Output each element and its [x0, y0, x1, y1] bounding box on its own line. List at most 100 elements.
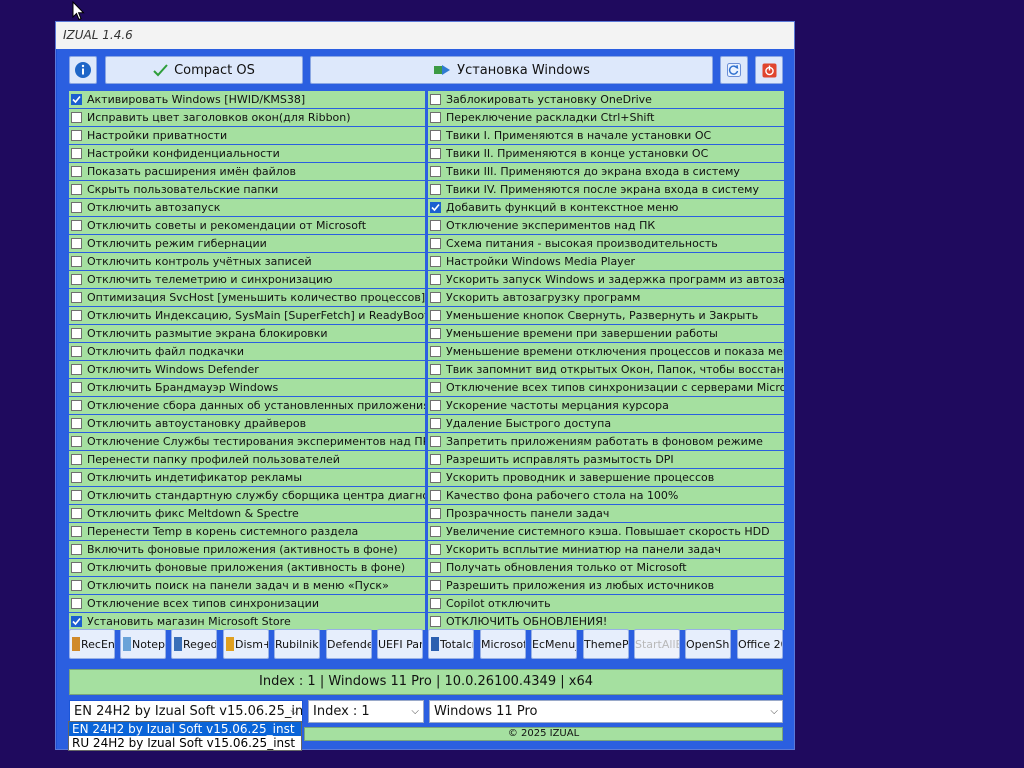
refresh-button[interactable] — [720, 56, 748, 84]
tool-button[interactable]: MicrosoftE — [480, 629, 526, 659]
option-checkbox[interactable] — [71, 526, 82, 537]
option-row[interactable]: Отключить фоновые приложения (активность… — [69, 559, 425, 576]
option-checkbox[interactable] — [71, 598, 82, 609]
option-checkbox[interactable] — [430, 616, 441, 627]
option-row[interactable]: Ускорить проводник и завершение процессо… — [428, 469, 784, 486]
option-checkbox[interactable] — [71, 274, 82, 285]
option-row[interactable]: Настройки Windows Media Player — [428, 253, 784, 270]
option-checkbox[interactable] — [71, 148, 82, 159]
tool-button[interactable]: UEFI Part — [377, 629, 423, 659]
option-checkbox[interactable] — [430, 256, 441, 267]
option-checkbox[interactable] — [430, 436, 441, 447]
tool-button[interactable]: Notepad — [120, 629, 166, 659]
power-button[interactable] — [755, 56, 783, 84]
option-row[interactable]: Отключить Индексацию, SysMain [SuperFetc… — [69, 307, 425, 324]
option-checkbox[interactable] — [430, 382, 441, 393]
tool-button[interactable]: ThemePa — [583, 629, 629, 659]
tool-button[interactable]: RecEnv — [69, 629, 115, 659]
option-row[interactable]: Отключение экспериментов над ПК — [428, 217, 784, 234]
option-checkbox[interactable] — [430, 490, 441, 501]
option-checkbox[interactable] — [71, 166, 82, 177]
option-row[interactable]: Установить магазин Microsoft Store — [69, 613, 425, 630]
option-checkbox[interactable] — [430, 166, 441, 177]
option-checkbox[interactable] — [430, 94, 441, 105]
option-checkbox[interactable] — [430, 220, 441, 231]
option-checkbox[interactable] — [71, 418, 82, 429]
option-checkbox[interactable] — [71, 256, 82, 267]
tool-button[interactable]: Totalcm — [428, 629, 474, 659]
option-checkbox[interactable] — [71, 112, 82, 123]
option-row[interactable]: Исправить цвет заголовков окон(для Ribbo… — [69, 109, 425, 126]
option-row[interactable]: Отключить контроль учётных записей — [69, 253, 425, 270]
option-row[interactable]: Включить фоновые приложения (активность … — [69, 541, 425, 558]
option-checkbox[interactable] — [71, 400, 82, 411]
option-checkbox[interactable] — [71, 472, 82, 483]
option-row[interactable]: Отключить автозапуск — [69, 199, 425, 216]
tool-button[interactable]: Regedit — [171, 629, 217, 659]
option-row[interactable]: Отключение Службы тестирования экспериме… — [69, 433, 425, 450]
option-row[interactable]: Удаление Быстрого доступа — [428, 415, 784, 432]
option-row[interactable]: Активировать Windows [HWID/KMS38] — [69, 91, 425, 108]
option-row[interactable]: Отключить автоустановку драйверов — [69, 415, 425, 432]
option-checkbox[interactable] — [71, 238, 82, 249]
option-row[interactable]: Разрешить исправлять размытость DPI — [428, 451, 784, 468]
option-row[interactable]: Отключение сбора данных об установленных… — [69, 397, 425, 414]
option-checkbox[interactable] — [430, 148, 441, 159]
option-row[interactable]: Отключить советы и рекомендации от Micro… — [69, 217, 425, 234]
option-checkbox[interactable] — [430, 472, 441, 483]
option-row[interactable]: Отключение всех типов синхронизации — [69, 595, 425, 612]
dropdown-item[interactable]: RU 24H2 by Izual Soft v15.06.25_inst — [69, 736, 301, 750]
option-row[interactable]: Перенести папку профилей пользователей — [69, 451, 425, 468]
option-row[interactable]: Уменьшение времени при завершении работы — [428, 325, 784, 342]
info-button[interactable] — [69, 56, 97, 84]
option-row[interactable]: Заблокировать установку OneDrive — [428, 91, 784, 108]
option-row[interactable]: Твик запомнит вид открытых Окон, Папок, … — [428, 361, 784, 378]
edition-select[interactable]: Windows 11 Pro ⌵ — [429, 700, 783, 723]
option-checkbox[interactable] — [71, 310, 82, 321]
option-row[interactable]: ОТКЛЮЧИТЬ ОБНОВЛЕНИЯ! — [428, 613, 784, 630]
option-row[interactable]: Запретить приложениям работать в фоновом… — [428, 433, 784, 450]
option-checkbox[interactable] — [430, 544, 441, 555]
option-row[interactable]: Скрыть пользовательские папки — [69, 181, 425, 198]
option-checkbox[interactable] — [430, 202, 441, 213]
option-checkbox[interactable] — [430, 310, 441, 321]
option-row[interactable]: Отключить размытие экрана блокировки — [69, 325, 425, 342]
option-row[interactable]: Ускорить всплытие миниатюр на панели зад… — [428, 541, 784, 558]
option-row[interactable]: Настройки приватности — [69, 127, 425, 144]
option-checkbox[interactable] — [430, 580, 441, 591]
option-checkbox[interactable] — [430, 112, 441, 123]
option-checkbox[interactable] — [71, 364, 82, 375]
tool-button[interactable]: Office 2013 — [737, 629, 783, 659]
option-checkbox[interactable] — [430, 508, 441, 519]
tool-button[interactable]: StartAllBa — [634, 629, 680, 659]
option-checkbox[interactable] — [430, 238, 441, 249]
option-row[interactable]: Твики IV. Применяются после экрана входа… — [428, 181, 784, 198]
option-checkbox[interactable] — [71, 382, 82, 393]
option-row[interactable]: Добавить функций в контекстное меню — [428, 199, 784, 216]
option-checkbox[interactable] — [430, 346, 441, 357]
option-checkbox[interactable] — [71, 184, 82, 195]
tool-button[interactable]: OpenShellS — [685, 629, 731, 659]
option-row[interactable]: Разрешить приложения из любых источников — [428, 577, 784, 594]
tool-button[interactable]: Defender Re — [326, 629, 372, 659]
option-checkbox[interactable] — [71, 130, 82, 141]
install-windows-button[interactable]: Установка Windows — [310, 56, 713, 84]
option-checkbox[interactable] — [430, 130, 441, 141]
option-row[interactable]: Отключить телеметрию и синхронизацию — [69, 271, 425, 288]
option-checkbox[interactable] — [71, 292, 82, 303]
option-row[interactable]: Получать обновления только от Microsoft — [428, 559, 784, 576]
dropdown-item[interactable]: EN 24H2 by Izual Soft v15.06.25_inst — [69, 722, 301, 736]
option-row[interactable]: Отключить Windows Defender — [69, 361, 425, 378]
option-row[interactable]: Твики III. Применяются до экрана входа в… — [428, 163, 784, 180]
option-checkbox[interactable] — [430, 184, 441, 195]
option-row[interactable]: Показать расширения имён файлов — [69, 163, 425, 180]
option-checkbox[interactable] — [430, 364, 441, 375]
option-checkbox[interactable] — [71, 220, 82, 231]
option-row[interactable]: Схема питания - высокая производительнос… — [428, 235, 784, 252]
tool-button[interactable]: Rubilnik- — [274, 629, 320, 659]
option-checkbox[interactable] — [71, 562, 82, 573]
image-select[interactable]: EN 24H2 by Izual Soft v15.06.25_inst ⌵ — [69, 700, 303, 723]
option-checkbox[interactable] — [430, 328, 441, 339]
option-row[interactable]: Отключение всех типов синхронизации с се… — [428, 379, 784, 396]
option-checkbox[interactable] — [430, 454, 441, 465]
